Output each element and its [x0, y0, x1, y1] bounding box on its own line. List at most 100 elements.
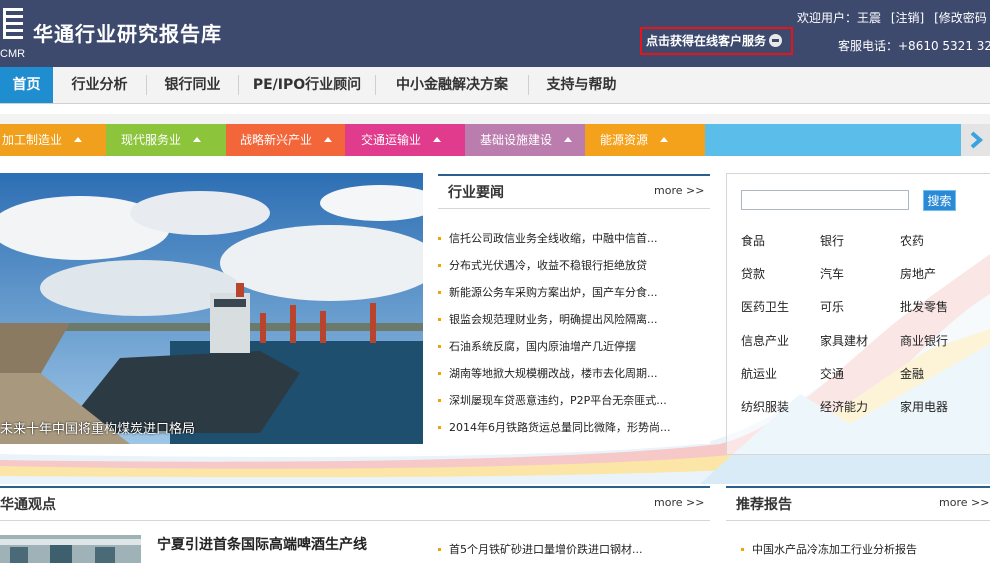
user-name: 王震	[857, 11, 882, 25]
news-item[interactable]: 信托公司政信业务全线收缩，中融中信首...	[438, 230, 658, 246]
tag-link[interactable]: 信息产业	[741, 332, 789, 349]
tag-link[interactable]: 食品	[741, 232, 765, 249]
panel-title: 行业要闻	[448, 185, 504, 201]
tab-pe-ipo-advisor[interactable]: PE/IPO行业顾问	[239, 67, 375, 103]
news-item-text: 分布式光伏遇冷，收益不稳银行拒绝放贷	[449, 259, 647, 272]
logo-text: CMR	[0, 48, 25, 60]
news-item[interactable]: 新能源公务车采购方案出炉，国产车分食...	[438, 284, 658, 300]
bullet-icon	[438, 547, 441, 551]
port-photo-image	[0, 173, 423, 444]
caret-up-icon	[564, 137, 573, 142]
tag-link[interactable]: 汽车	[820, 265, 844, 282]
panel-title: 华通观点	[0, 497, 56, 513]
news-item-text: 2014年6月铁路货运总量同比微降，形势尚...	[449, 421, 671, 434]
site-title: 华通行业研究报告库	[33, 22, 222, 46]
views-thumbnail[interactable]	[0, 535, 141, 563]
user-bar: 欢迎用户：王震 [注销] [修改密码	[797, 9, 990, 26]
bullet-icon	[438, 317, 441, 321]
category-emerging-industries[interactable]: 战略新兴产业	[226, 124, 345, 156]
category-manufacturing[interactable]: 加工制造业	[0, 124, 106, 156]
news-item[interactable]: 石油系统反腐，国内原油增产几近停摆	[438, 338, 636, 354]
news-item[interactable]: 2014年6月铁路货运总量同比微降，形势尚...	[438, 419, 670, 435]
tag-link[interactable]: 房地产	[900, 265, 936, 282]
news-item[interactable]: 深圳屡现车贷恶意违约，P2P平台无奈匪式...	[438, 392, 667, 408]
tag-link[interactable]: 批发零售	[900, 298, 948, 315]
logout-link[interactable]: [注销]	[891, 11, 924, 25]
tag-link[interactable]: 家具建材	[820, 332, 868, 349]
category-next-button[interactable]	[961, 124, 990, 156]
caret-up-icon	[433, 137, 442, 142]
caret-up-icon	[660, 137, 669, 142]
tag-link[interactable]: 贷款	[741, 265, 765, 282]
feature-caption[interactable]: 未来十年中国将重构煤炭进口格局	[0, 418, 195, 437]
welcome-prefix: 欢迎用户：	[797, 11, 858, 25]
caret-up-icon	[193, 137, 202, 142]
news-item-text: 银监会规范理财业务，明确提出风险隔离...	[449, 313, 658, 326]
caret-up-icon	[324, 137, 333, 142]
news-item-text: 湖南等地掀大规模棚改战，楼市去化周期...	[449, 367, 658, 380]
views-panel-header: 华通观点 more >>	[0, 486, 710, 521]
category-label: 交通运输业	[361, 133, 422, 147]
views-headline[interactable]: 宁夏引进首条国际高端啤酒生产线	[157, 534, 367, 554]
views-news-item[interactable]: 首5个月铁矿砂进口量增价跌进口钢材...	[438, 541, 643, 557]
bullet-icon	[741, 547, 744, 551]
tag-link[interactable]: 纺织服装	[741, 398, 789, 415]
tab-bank-peers[interactable]: 银行同业	[147, 67, 238, 103]
tab-sme-finance[interactable]: 中小金融解决方案	[376, 67, 528, 103]
caret-up-icon	[74, 137, 83, 142]
feature-photo[interactable]	[0, 173, 423, 444]
category-transport[interactable]: 交通运输业	[345, 124, 465, 156]
news-item[interactable]: 分布式光伏遇冷，收益不稳银行拒绝放贷	[438, 257, 647, 273]
arrow-circle-icon	[769, 34, 783, 47]
category-energy[interactable]: 能源资源	[585, 124, 705, 156]
tag-link[interactable]: 金融	[900, 365, 924, 382]
report-item[interactable]: 中国水产品冷冻加工行业分析报告	[741, 541, 917, 557]
panel-header: 行业要闻 more >>	[438, 174, 710, 209]
bullet-icon	[438, 425, 441, 429]
views-more-link[interactable]: more >>	[654, 496, 704, 509]
change-password-link[interactable]: [修改密码	[934, 11, 987, 25]
category-modern-services[interactable]: 现代服务业	[106, 124, 226, 156]
panel-title: 推荐报告	[736, 497, 792, 513]
tab-industry-analysis[interactable]: 行业分析	[53, 67, 146, 103]
tab-home[interactable]: 首页	[0, 67, 53, 103]
factory-photo-image	[0, 535, 141, 563]
report-item-text: 中国水产品冷冻加工行业分析报告	[752, 543, 917, 556]
industry-news-panel: 行业要闻 more >> 信托公司政信业务全线收缩，中融中信首... 分布式光伏…	[438, 174, 710, 444]
tab-support-help[interactable]: 支持与帮助	[529, 67, 634, 103]
news-more-link[interactable]: more >>	[654, 184, 704, 197]
category-label: 战略新兴产业	[240, 133, 313, 147]
tag-link[interactable]: 可乐	[820, 298, 844, 315]
tag-link[interactable]: 商业银行	[900, 332, 948, 349]
category-label: 基础设施建设	[480, 133, 553, 147]
reports-more-link[interactable]: more >>	[939, 496, 989, 509]
chevron-right-icon	[970, 131, 984, 149]
news-item[interactable]: 银监会规范理财业务，明确提出风险隔离...	[438, 311, 658, 327]
category-bar-filler	[705, 124, 961, 156]
tag-link[interactable]: 航运业	[741, 365, 777, 382]
search-input[interactable]	[741, 190, 909, 210]
news-item[interactable]: 湖南等地掀大规模棚改战，楼市去化周期...	[438, 365, 658, 381]
logo-icon[interactable]: CMR	[0, 6, 26, 60]
category-label: 现代服务业	[121, 133, 182, 147]
main-nav: 首页 行业分析 银行同业 PE/IPO行业顾问 中小金融解决方案 支持与帮助	[0, 67, 990, 104]
welcome-text: 欢迎用户：王震	[797, 11, 881, 25]
news-item-text: 信托公司政信业务全线收缩，中融中信首...	[449, 232, 658, 245]
category-bar: 加工制造业 现代服务业 战略新兴产业 交通运输业 基础设施建设 能源资源	[0, 114, 990, 156]
tag-link[interactable]: 医药卫生	[741, 298, 789, 315]
bullet-icon	[438, 236, 441, 240]
bullet-icon	[438, 371, 441, 375]
hotline-text: 客服电话：+8610 5321 325	[838, 39, 990, 53]
news-item-text: 首5个月铁矿砂进口量增价跌进口钢材...	[449, 543, 643, 556]
tag-link[interactable]: 农药	[900, 232, 924, 249]
tag-link[interactable]: 家用电器	[900, 398, 948, 415]
category-label: 加工制造业	[2, 133, 63, 147]
tag-link[interactable]: 银行	[820, 232, 844, 249]
news-item-text: 新能源公务车采购方案出炉，国产车分食...	[449, 286, 658, 299]
search-button[interactable]: 搜索	[923, 190, 956, 211]
online-service-button[interactable]: 点击获得在线客户服务	[640, 27, 793, 55]
tag-link[interactable]: 经济能力	[820, 398, 868, 415]
bullet-icon	[438, 263, 441, 267]
category-infrastructure[interactable]: 基础设施建设	[465, 124, 585, 156]
tag-link[interactable]: 交通	[820, 365, 844, 382]
